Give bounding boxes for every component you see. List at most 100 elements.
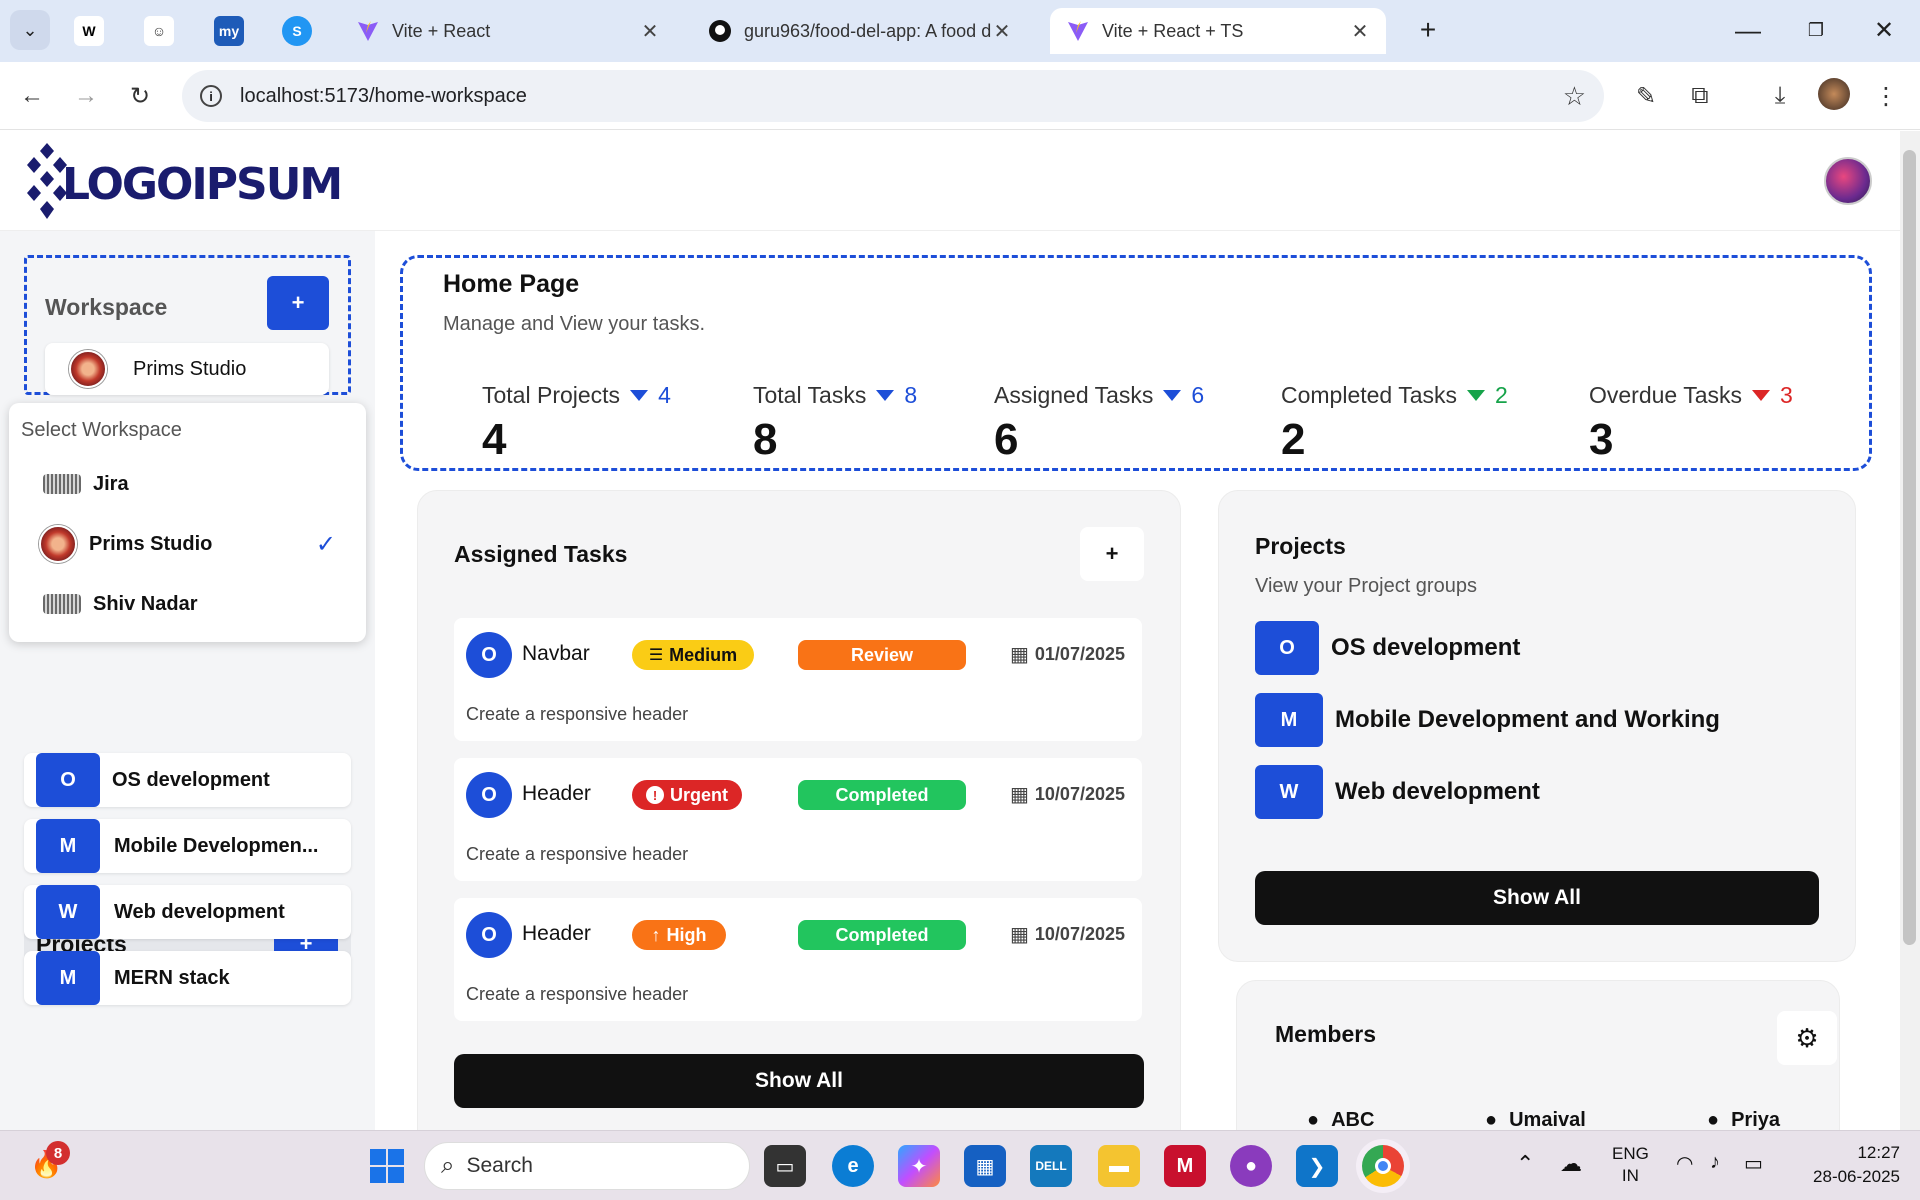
taskbar-copilot[interactable]: ✦ xyxy=(898,1145,940,1187)
new-tab-button[interactable]: + xyxy=(1408,10,1448,50)
status-badge: Completed xyxy=(798,780,966,810)
notification-badge: 8 xyxy=(46,1141,70,1165)
status-badge: Completed xyxy=(798,920,966,950)
menu-button[interactable]: ⋮ xyxy=(1866,76,1906,116)
taskbar-chrome[interactable] xyxy=(1362,1145,1404,1187)
github-icon xyxy=(709,20,731,42)
close-icon[interactable]: ✕ xyxy=(1350,19,1370,44)
downloads-button[interactable]: ⤓ xyxy=(1760,76,1800,116)
url-text: localhost:5173/home-workspace xyxy=(240,84,527,107)
onedrive-tray[interactable]: ☁ xyxy=(1560,1151,1582,1177)
sidebar-project-os-development[interactable]: O OS development xyxy=(24,753,351,807)
show-all-tasks-button[interactable]: Show All xyxy=(454,1054,1144,1108)
calendar-icon: ▦ xyxy=(1010,784,1029,806)
tab-title: Vite + React xyxy=(392,20,491,41)
tab-vite-react[interactable]: Vite + React ✕ xyxy=(340,8,676,54)
tray-overflow-button[interactable]: ⌃ xyxy=(1516,1151,1534,1177)
taskbar-github-desktop[interactable]: ● xyxy=(1230,1145,1272,1187)
taskbar-vscode[interactable]: ❯ xyxy=(1296,1145,1338,1187)
close-icon[interactable]: ✕ xyxy=(992,19,1012,44)
reload-icon: ↻ xyxy=(129,82,151,110)
language-indicator[interactable]: ENG IN xyxy=(1612,1143,1649,1187)
sidebar-project-web-development[interactable]: W Web development xyxy=(24,885,351,939)
task-card[interactable]: O Navbar ☰ Medium Review ▦ 01/07/2025 Crea… xyxy=(454,618,1142,741)
jira-logo-icon xyxy=(43,474,81,494)
add-workspace-button[interactable]: + xyxy=(267,276,329,330)
stat-label: Total Projects xyxy=(482,382,621,408)
puzzle-icon: ⧉ xyxy=(1691,82,1709,109)
user-avatar[interactable] xyxy=(1824,157,1872,205)
pinned-tab-avatar[interactable]: ☺ xyxy=(144,16,174,46)
forward-button[interactable]: → xyxy=(66,76,106,116)
taskbar-store[interactable]: ▦ xyxy=(964,1145,1006,1187)
stat-label: Completed Tasks xyxy=(1281,382,1457,408)
workspace-option-shiv-nadar[interactable]: Shiv Nadar xyxy=(9,575,366,633)
members-settings-button[interactable]: ⚙ xyxy=(1777,1011,1837,1065)
project-row-web-development[interactable]: W Web development xyxy=(1255,765,1540,819)
tab-github[interactable]: guru963/food-del-app: A food d ✕ xyxy=(692,8,1028,54)
store-icon: ▦ xyxy=(975,1155,995,1178)
project-initial: W xyxy=(36,885,100,939)
tab-search-button[interactable]: ⌄ xyxy=(10,10,50,50)
close-icon[interactable]: ✕ xyxy=(640,19,660,44)
taskbar-search[interactable]: ⌕ Search xyxy=(424,1142,750,1190)
info-icon[interactable]: i xyxy=(200,85,222,107)
taskbar-edge[interactable]: e xyxy=(832,1145,874,1187)
show-all-projects-button[interactable]: Show All xyxy=(1255,871,1819,925)
taskbar-mcafee[interactable]: M xyxy=(1164,1145,1206,1187)
workspace-selector[interactable]: Prims Studio xyxy=(45,343,329,395)
address-bar[interactable]: i localhost:5173/home-workspace ☆ xyxy=(182,70,1604,122)
workspace-option-prims-studio[interactable]: Prims Studio ✓ xyxy=(9,515,366,573)
sidebar-project-mobile-development[interactable]: M Mobile Developmen... xyxy=(24,819,351,873)
clock-date: 28-06-2025 xyxy=(1813,1167,1900,1186)
extensions-button[interactable]: ⧉ xyxy=(1680,76,1720,116)
pinned-tab-my[interactable]: my xyxy=(214,16,244,46)
member-item[interactable]: ● Umaival xyxy=(1485,1109,1586,1132)
vite-icon xyxy=(358,21,378,41)
project-initial: O xyxy=(1255,621,1319,675)
task-card[interactable]: O Header ↑ High Completed ▦ 10/07/2025 Cre… xyxy=(454,898,1142,1021)
task-card[interactable]: O Header ! Urgent Completed ▦ 10/07/2025 C… xyxy=(454,758,1142,881)
profile-avatar[interactable] xyxy=(1818,78,1850,110)
taskbar-dell[interactable]: DELL xyxy=(1030,1145,1072,1187)
add-task-button[interactable]: + xyxy=(1080,527,1144,581)
volume-tray[interactable]: ♪ xyxy=(1710,1151,1720,1174)
battery-tray[interactable]: ▭ xyxy=(1744,1151,1763,1176)
taskbar-task-view[interactable]: ▭ xyxy=(764,1145,806,1187)
start-button[interactable] xyxy=(366,1145,408,1187)
caret-down-icon xyxy=(1751,390,1770,401)
project-row-mobile-development[interactable]: M Mobile Development and Working xyxy=(1255,693,1720,747)
reload-button[interactable]: ↻ xyxy=(120,76,160,116)
mcafee-icon: M xyxy=(1176,1154,1194,1177)
back-button[interactable]: ← xyxy=(12,76,52,116)
taskbar-file-explorer[interactable]: ▬ xyxy=(1098,1145,1140,1187)
restore-button[interactable]: ❐ xyxy=(1796,10,1836,50)
scrollbar-thumb[interactable] xyxy=(1903,150,1916,945)
workspace-option-jira[interactable]: Jira xyxy=(9,455,366,513)
member-item[interactable]: ● ABC xyxy=(1307,1109,1374,1132)
minimize-button[interactable]: — xyxy=(1728,10,1768,50)
eyedropper-button[interactable]: ✎ xyxy=(1626,76,1666,116)
tab-vite-react-ts[interactable]: Vite + React + TS ✕ xyxy=(1050,8,1386,54)
stat-value: 4 xyxy=(482,415,507,464)
project-row-os-development[interactable]: O OS development xyxy=(1255,621,1520,675)
stat-value: 8 xyxy=(753,415,778,464)
sidebar-project-mern-stack[interactable]: M MERN stack xyxy=(24,951,351,1005)
kebab-menu-icon: ⋮ xyxy=(1874,82,1898,110)
clock[interactable]: 12:27 28-06-2025 xyxy=(1790,1141,1900,1189)
user-icon: ● xyxy=(1307,1109,1320,1131)
close-icon: ✕ xyxy=(1873,16,1895,44)
close-window-button[interactable]: ✕ xyxy=(1864,10,1904,50)
wifi-tray[interactable]: ◠ xyxy=(1676,1151,1693,1176)
member-item[interactable]: ● Priya xyxy=(1707,1109,1780,1132)
stat-delta: 2 xyxy=(1495,382,1508,408)
stat-value: 2 xyxy=(1281,415,1306,464)
arrow-up-icon: ↑ xyxy=(651,924,661,945)
task-due-date: ▦ 10/07/2025 xyxy=(1010,782,1125,807)
priority-label: Urgent xyxy=(670,784,728,805)
equals-icon: ☰ xyxy=(648,647,664,664)
stat-value: 6 xyxy=(994,415,1019,464)
pinned-tab-s[interactable]: S xyxy=(282,16,312,46)
pinned-tab-w[interactable]: W xyxy=(74,16,104,46)
star-icon[interactable]: ☆ xyxy=(1563,81,1586,112)
